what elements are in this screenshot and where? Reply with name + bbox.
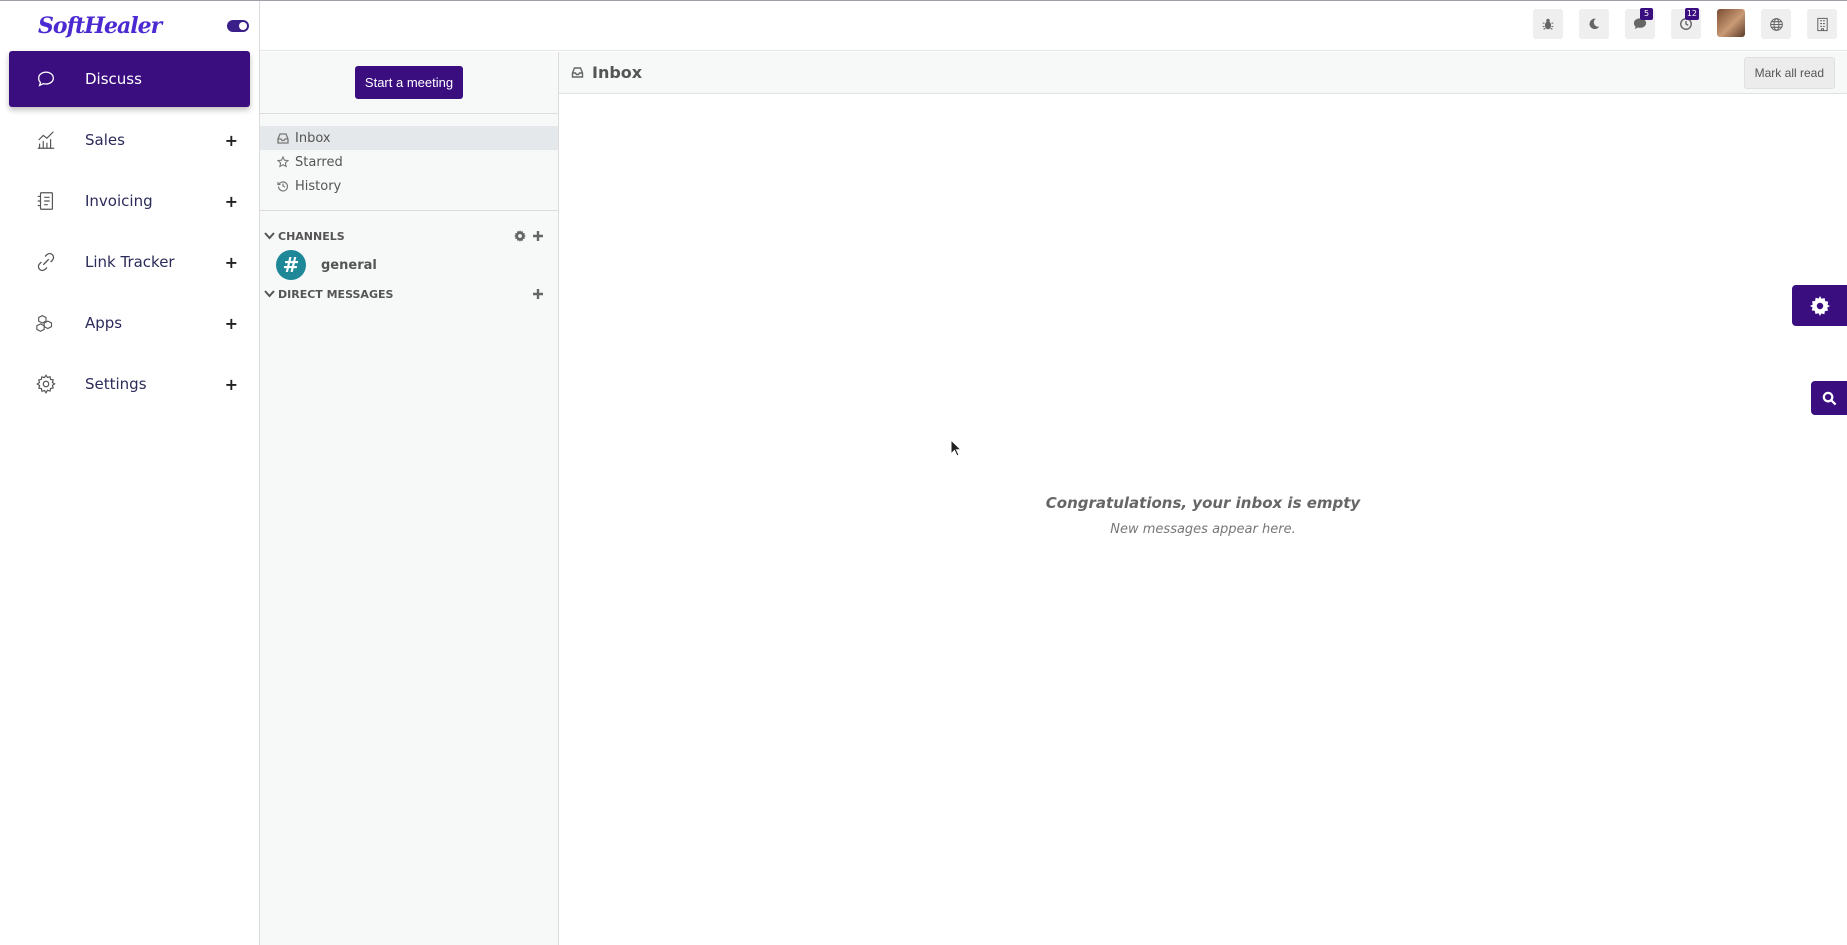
channels-title: CHANNELS bbox=[278, 229, 345, 243]
plus-icon[interactable]: + bbox=[225, 192, 238, 211]
building-icon bbox=[1816, 17, 1828, 31]
user-avatar[interactable] bbox=[1717, 9, 1745, 37]
channels-tools bbox=[514, 230, 544, 242]
mailbox-inbox[interactable]: Inbox bbox=[260, 126, 558, 150]
gear-icon bbox=[1809, 295, 1830, 316]
mailbox-label: Inbox bbox=[295, 130, 331, 146]
sidebar-item-label: Invoicing bbox=[85, 192, 153, 210]
plus-icon[interactable]: + bbox=[225, 131, 238, 150]
star-icon bbox=[277, 156, 289, 168]
sidebar-item-label: Link Tracker bbox=[85, 253, 175, 271]
sidebar-item-discuss[interactable]: Discuss bbox=[9, 51, 250, 107]
gear-icon bbox=[36, 374, 56, 394]
chevron-down-icon bbox=[264, 232, 275, 240]
link-icon bbox=[37, 252, 55, 272]
brand-logo[interactable]: SoftHealer bbox=[38, 13, 162, 39]
plus-icon[interactable] bbox=[532, 230, 544, 242]
plus-icon[interactable] bbox=[532, 288, 544, 300]
debug-bug-button[interactable] bbox=[1533, 9, 1563, 39]
thread-title: Inbox bbox=[592, 63, 643, 82]
global-search-button[interactable] bbox=[1811, 381, 1847, 415]
activities-badge: 12 bbox=[1684, 8, 1699, 20]
sidebar-item-label: Sales bbox=[85, 131, 125, 149]
mark-all-read-button[interactable]: Mark all read bbox=[1743, 56, 1835, 89]
inbox-icon bbox=[571, 67, 584, 78]
inbox-icon bbox=[277, 132, 289, 144]
history-icon bbox=[277, 181, 289, 192]
search-icon bbox=[1822, 391, 1836, 405]
chart-line-icon bbox=[37, 131, 55, 149]
thread-view: Inbox Mark all read Congratulations, you… bbox=[559, 52, 1847, 945]
gear-icon[interactable] bbox=[514, 230, 526, 242]
sidebar-item-label: Settings bbox=[85, 375, 147, 393]
sidebar-item-link-tracker[interactable]: Link Tracker + bbox=[9, 234, 250, 290]
direct-messages-tools bbox=[532, 288, 544, 300]
plus-icon[interactable]: + bbox=[225, 253, 238, 272]
direct-messages-header[interactable]: DIRECT MESSAGES bbox=[260, 283, 558, 305]
sidebar-item-invoicing[interactable]: Invoicing + bbox=[9, 173, 250, 229]
dark-mode-button[interactable] bbox=[1579, 9, 1609, 39]
company-switcher-button[interactable] bbox=[1807, 9, 1837, 39]
channel-name: general bbox=[321, 257, 377, 273]
systray: 5 12 bbox=[1533, 8, 1837, 39]
start-meeting-button[interactable]: Start a meeting bbox=[354, 66, 464, 99]
channel-hash-icon: # bbox=[276, 250, 306, 280]
moon-icon bbox=[1589, 18, 1600, 30]
apps-cubes-icon bbox=[36, 315, 53, 332]
empty-title: Congratulations, your inbox is empty bbox=[1045, 494, 1361, 512]
chevron-down-icon bbox=[264, 290, 275, 298]
chat-bubble-icon bbox=[38, 71, 54, 87]
messages-button[interactable]: 5 bbox=[1625, 8, 1655, 39]
plus-icon[interactable]: + bbox=[225, 375, 238, 394]
thread-header: Inbox Mark all read bbox=[559, 52, 1847, 94]
invoice-icon bbox=[37, 192, 54, 210]
sidebar-toggle[interactable] bbox=[227, 20, 249, 32]
sidebar-item-settings[interactable]: Settings + bbox=[9, 356, 250, 412]
channels-header[interactable]: CHANNELS bbox=[260, 225, 558, 247]
mailbox-starred[interactable]: Starred bbox=[260, 150, 558, 174]
empty-subtitle: New messages appear here. bbox=[1110, 522, 1296, 537]
top-bar: 5 12 bbox=[260, 1, 1847, 51]
logo-row: SoftHealer bbox=[0, 1, 259, 51]
mailbox-list: Inbox Starred History bbox=[260, 114, 558, 211]
mouse-cursor-icon bbox=[950, 439, 962, 457]
bug-icon bbox=[1542, 18, 1554, 30]
sidebar-item-label: Discuss bbox=[85, 70, 142, 88]
discuss-sidebar: Start a meeting Inbox Starred History CH… bbox=[260, 52, 559, 945]
empty-inbox-message: Congratulations, your inbox is empty New… bbox=[559, 494, 1847, 537]
activities-button[interactable]: 12 bbox=[1671, 8, 1701, 39]
sidebar-item-sales[interactable]: Sales + bbox=[9, 112, 250, 168]
mailbox-label: History bbox=[295, 178, 342, 194]
messages-badge: 5 bbox=[1640, 8, 1653, 20]
app-sidebar: SoftHealer Discuss Sales + Invoicing + L… bbox=[0, 1, 260, 945]
globe-icon bbox=[1769, 17, 1783, 31]
direct-messages-title: DIRECT MESSAGES bbox=[278, 287, 394, 301]
mailbox-label: Starred bbox=[295, 154, 343, 170]
language-button[interactable] bbox=[1761, 9, 1791, 39]
channel-item-general[interactable]: # general bbox=[260, 247, 558, 283]
meeting-area: Start a meeting bbox=[260, 52, 558, 114]
mailbox-history[interactable]: History bbox=[260, 174, 558, 198]
sidebar-item-label: Apps bbox=[85, 314, 123, 332]
plus-icon[interactable]: + bbox=[225, 314, 238, 333]
sidebar-item-apps[interactable]: Apps + bbox=[9, 295, 250, 351]
theme-settings-button[interactable] bbox=[1792, 285, 1847, 326]
